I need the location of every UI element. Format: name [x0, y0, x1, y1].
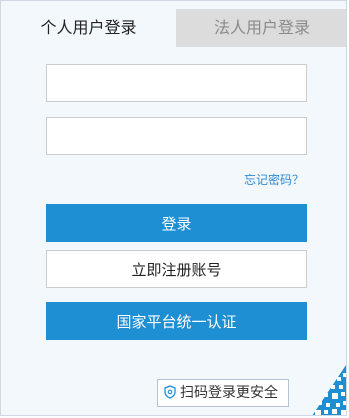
scan-login-button[interactable]: 扫码登录更安全: [157, 379, 289, 407]
shield-icon: [164, 384, 176, 399]
login-button[interactable]: 登录: [46, 204, 307, 242]
tab-corporate-login[interactable]: 法人用户登录: [176, 9, 346, 47]
tab-personal-login[interactable]: 个人用户登录: [1, 9, 176, 47]
login-tabs: 个人用户登录 法人用户登录: [1, 9, 346, 47]
password-input[interactable]: [46, 117, 307, 155]
login-panel: 个人用户登录 法人用户登录 忘记密码？ 登录 立即注册账号 国家平台统一认证 扫…: [0, 0, 347, 416]
forgot-password-link[interactable]: 忘记密码？: [244, 171, 304, 188]
scan-login-label: 扫码登录更安全: [180, 385, 278, 401]
register-button[interactable]: 立即注册账号: [46, 250, 307, 288]
username-input[interactable]: [46, 64, 307, 102]
national-auth-button[interactable]: 国家平台统一认证: [46, 302, 307, 340]
qr-code-icon[interactable]: [310, 359, 347, 416]
